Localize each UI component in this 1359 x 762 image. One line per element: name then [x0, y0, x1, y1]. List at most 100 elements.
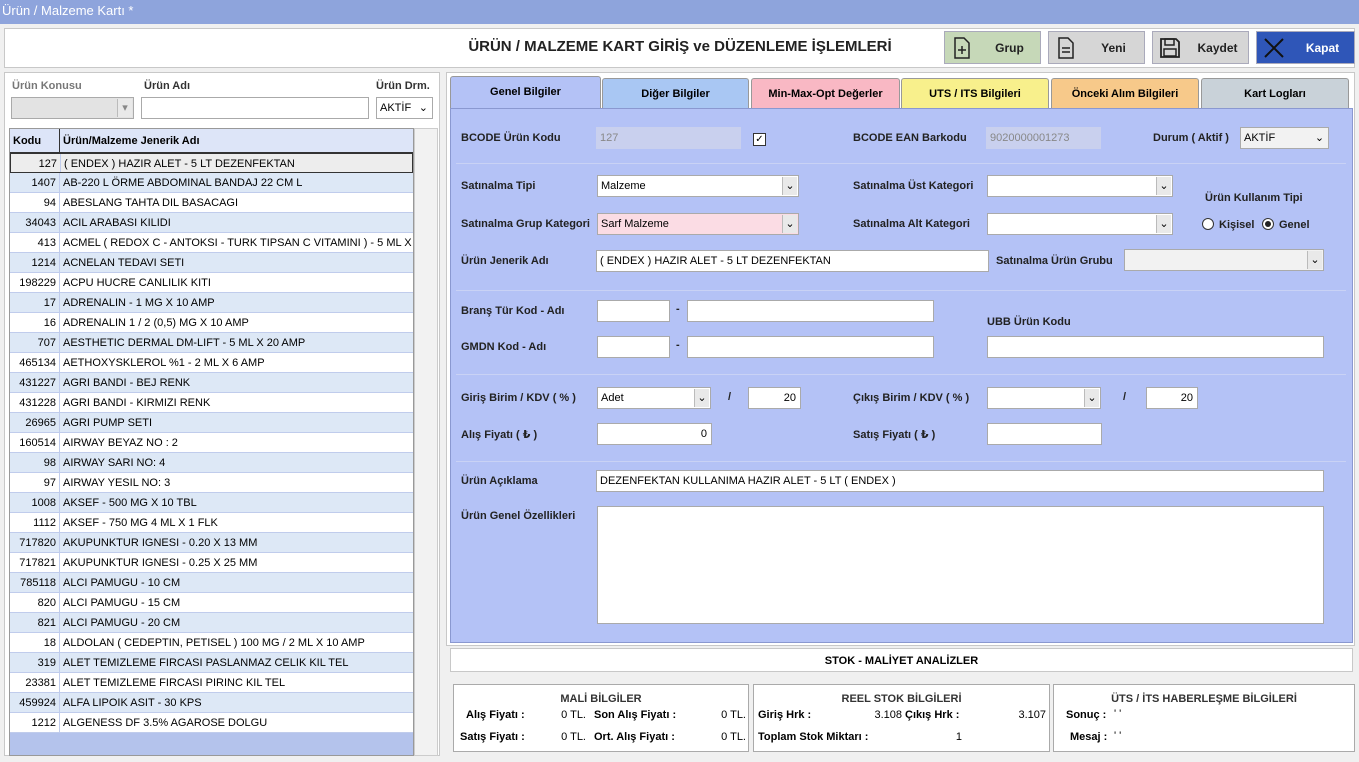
mali-son-alis-value: 0 TL. — [721, 709, 746, 721]
table-row[interactable]: 1214 ACNELAN TEDAVI SETI — [10, 253, 413, 273]
tab-genel-bilgiler[interactable]: Genel Bilgiler — [450, 76, 601, 108]
satinalma-tipi-value: Malzeme — [601, 180, 646, 192]
ubb-input[interactable] — [987, 336, 1324, 358]
table-row[interactable]: 17 ADRENALIN - 1 MG X 10 AMP — [10, 293, 413, 313]
table-row[interactable]: 431227 AGRI BANDI - BEJ RENK — [10, 373, 413, 393]
row-jenerik-adi: AIRWAY BEYAZ NO : 2 — [63, 437, 178, 449]
uts-mesaj-value: ' ' — [1114, 730, 1122, 742]
alt-kategori-select[interactable]: ⌄ — [987, 213, 1173, 235]
grup-label: Grup — [995, 40, 1024, 55]
row-kodu: 1407 — [10, 173, 60, 192]
row-jenerik-adi: ALET TEMIZLEME FIRCASI PIRINC KIL TEL — [63, 677, 286, 689]
row-kodu: 821 — [10, 613, 60, 632]
tab-diger-bilgiler[interactable]: Diğer Bilgiler — [602, 78, 749, 108]
mali-satis-value: 0 TL. — [561, 731, 586, 743]
table-row[interactable]: 127( ENDEX ) HAZIR ALET - 5 LT DEZENFEKT… — [10, 153, 413, 173]
kodu-column-header[interactable]: Kodu — [10, 129, 60, 152]
table-row[interactable]: 94 ABESLANG TAHTA DIL BASACAGI — [10, 193, 413, 213]
mali-ort-alis-value: 0 TL. — [721, 731, 746, 743]
urun-grubu-select[interactable]: ⌄ — [1124, 249, 1324, 271]
table-row[interactable]: 785118 ALCI PAMUGU - 10 CM — [10, 573, 413, 593]
row-kodu: 707 — [10, 333, 60, 352]
satinalma-tipi-select[interactable]: Malzeme ⌄ — [597, 175, 799, 197]
table-row[interactable]: 26965 AGRI PUMP SETI — [10, 413, 413, 433]
grup-kategori-select[interactable]: Sarf Malzeme ⌄ — [597, 213, 799, 235]
chevron-down-icon: ⌄ — [1156, 215, 1171, 233]
uts-sonuc-value: ' ' — [1114, 708, 1122, 720]
satis-fiyati-input[interactable] — [987, 423, 1102, 445]
gmdn-kod-input[interactable] — [597, 336, 670, 358]
genel-radio[interactable] — [1262, 218, 1274, 230]
ozellikler-label: Ürün Genel Özellikleri — [461, 510, 576, 522]
table-row[interactable]: 98 AIRWAY SARI NO: 4 — [10, 453, 413, 473]
row-kodu: 1112 — [10, 513, 60, 532]
table-row[interactable]: 465134 AETHOXYSKLEROL %1 - 2 ML X 6 AMP — [10, 353, 413, 373]
kisisel-radio[interactable] — [1202, 218, 1214, 230]
table-row[interactable]: 413 ACMEL ( REDOX C - ANTOKSI - TURK TIPS… — [10, 233, 413, 253]
window-title: Ürün / Malzeme Kartı * — [0, 0, 1359, 24]
jenerik-input[interactable]: ( ENDEX ) HAZIR ALET - 5 LT DEZENFEKTAN — [596, 250, 989, 272]
brans-adi-input[interactable] — [687, 300, 934, 322]
table-row[interactable]: 431228 AGRI BANDI - KIRMIZI RENK — [10, 393, 413, 413]
jenerik-column-header[interactable]: Ürün/Malzeme Jenerik Adı — [60, 129, 413, 152]
table-row[interactable]: 319 ALET TEMIZLEME FIRCASI PASLANMAZ CELI… — [10, 653, 413, 673]
reel-cikis-label: Çıkış Hrk : — [905, 709, 960, 721]
grid-scrollbar[interactable] — [414, 128, 438, 756]
tab-onceki-alim[interactable]: Önceki Alım Bilgileri — [1051, 78, 1199, 108]
table-row[interactable]: 23381 ALET TEMIZLEME FIRCASI PIRINC KIL T… — [10, 673, 413, 693]
table-row[interactable]: 717821 AKUPUNKTUR IGNESI - 0.25 X 25 MM — [10, 553, 413, 573]
table-row[interactable]: 1212 ALGENESS DF 3.5% AGAROSE DOLGU — [10, 713, 413, 733]
giris-birim-label: Giriş Birim / KDV ( % ) — [461, 392, 576, 404]
cikis-birim-label: Çıkış Birim / KDV ( % ) — [853, 392, 970, 404]
row-jenerik-adi: ALCI PAMUGU - 20 CM — [63, 617, 181, 629]
table-row[interactable]: 1112 AKSEF - 750 MG 4 ML X 1 FLK — [10, 513, 413, 533]
table-row[interactable]: 1407 AB-220 L ÖRME ABDOMINAL BANDAJ 22 CM… — [10, 173, 413, 193]
ozellikler-textarea[interactable] — [597, 506, 1324, 624]
table-row[interactable]: 821 ALCI PAMUGU - 20 CM — [10, 613, 413, 633]
table-row[interactable]: 707 AESTHETIC DERMAL DM-LIFT - 5 ML X 20 … — [10, 333, 413, 353]
grup-button[interactable]: Grup — [944, 31, 1041, 64]
kaydet-label: Kaydet — [1197, 40, 1238, 55]
uts-sonuc-label: Sonuç : — [1066, 709, 1107, 721]
row-jenerik-adi: ( ENDEX ) HAZIR ALET - 5 LT DEZENFEKTAN — [64, 158, 295, 170]
row-kodu: 26965 — [10, 413, 60, 432]
cikis-birim-select[interactable]: ⌄ — [987, 387, 1101, 409]
row-kodu: 23381 — [10, 673, 60, 692]
table-row[interactable]: 160514 AIRWAY BEYAZ NO : 2 — [10, 433, 413, 453]
table-row[interactable]: 97 AIRWAY YESIL NO: 3 — [10, 473, 413, 493]
urun-konusu-select[interactable]: ▾ — [11, 97, 134, 119]
reel-giris-value: 3.108 — [874, 709, 902, 721]
table-row[interactable]: 34043 ACIL ARABASI KILIDI — [10, 213, 413, 233]
row-kodu: 34043 — [10, 213, 60, 232]
table-row[interactable]: 717820 AKUPUNKTUR IGNESI - 0.20 X 13 MM — [10, 533, 413, 553]
table-row[interactable]: 18 ALDOLAN ( CEDEPTIN, PETISEL ) 100 MG /… — [10, 633, 413, 653]
kapat-button[interactable]: Kapat — [1256, 31, 1355, 64]
alis-fiyati-input[interactable]: 0 — [597, 423, 712, 445]
table-row[interactable]: 198229 ACPU HUCRE CANLILIK KITI — [10, 273, 413, 293]
tab-min-max-opt[interactable]: Min-Max-Opt Değerler — [751, 78, 900, 108]
aciklama-input[interactable]: DEZENFEKTAN KULLANIMA HAZIR ALET - 5 LT … — [596, 470, 1324, 492]
reel-toplam-value: 1 — [955, 731, 962, 743]
row-kodu: 94 — [10, 193, 60, 212]
row-jenerik-adi: AIRWAY YESIL NO: 3 — [63, 477, 171, 489]
bcode-checkbox[interactable]: ✓ — [753, 133, 766, 146]
urun-durum-select[interactable]: AKTİF ⌄ — [376, 97, 433, 119]
table-row[interactable]: 1008 AKSEF - 500 MG X 10 TBL — [10, 493, 413, 513]
table-row[interactable]: 820 ALCI PAMUGU - 15 CM — [10, 593, 413, 613]
row-kodu: 431228 — [10, 393, 60, 412]
durum-select[interactable]: AKTİF ⌄ — [1240, 127, 1329, 149]
ubb-label: UBB Ürün Kodu — [987, 316, 1071, 328]
table-row[interactable]: 16 ADRENALIN 1 / 2 (0,5) MG X 10 AMP — [10, 313, 413, 333]
ust-kategori-select[interactable]: ⌄ — [987, 175, 1173, 197]
urun-adi-input[interactable] — [141, 97, 369, 119]
gmdn-adi-input[interactable] — [687, 336, 934, 358]
table-row[interactable]: 459924 ALFA LIPOIK ASIT - 30 KPS — [10, 693, 413, 713]
kaydet-button[interactable]: Kaydet — [1152, 31, 1249, 64]
tab-kart-loglari[interactable]: Kart Logları — [1201, 78, 1349, 108]
giris-birim-select[interactable]: Adet ⌄ — [597, 387, 711, 409]
giris-kdv-input[interactable]: 20 — [748, 387, 801, 409]
tab-uts-its[interactable]: UTS / ITS Bilgileri — [901, 78, 1049, 108]
brans-kod-input[interactable] — [597, 300, 670, 322]
yeni-button[interactable]: Yeni — [1048, 31, 1145, 64]
cikis-kdv-input[interactable]: 20 — [1146, 387, 1198, 409]
